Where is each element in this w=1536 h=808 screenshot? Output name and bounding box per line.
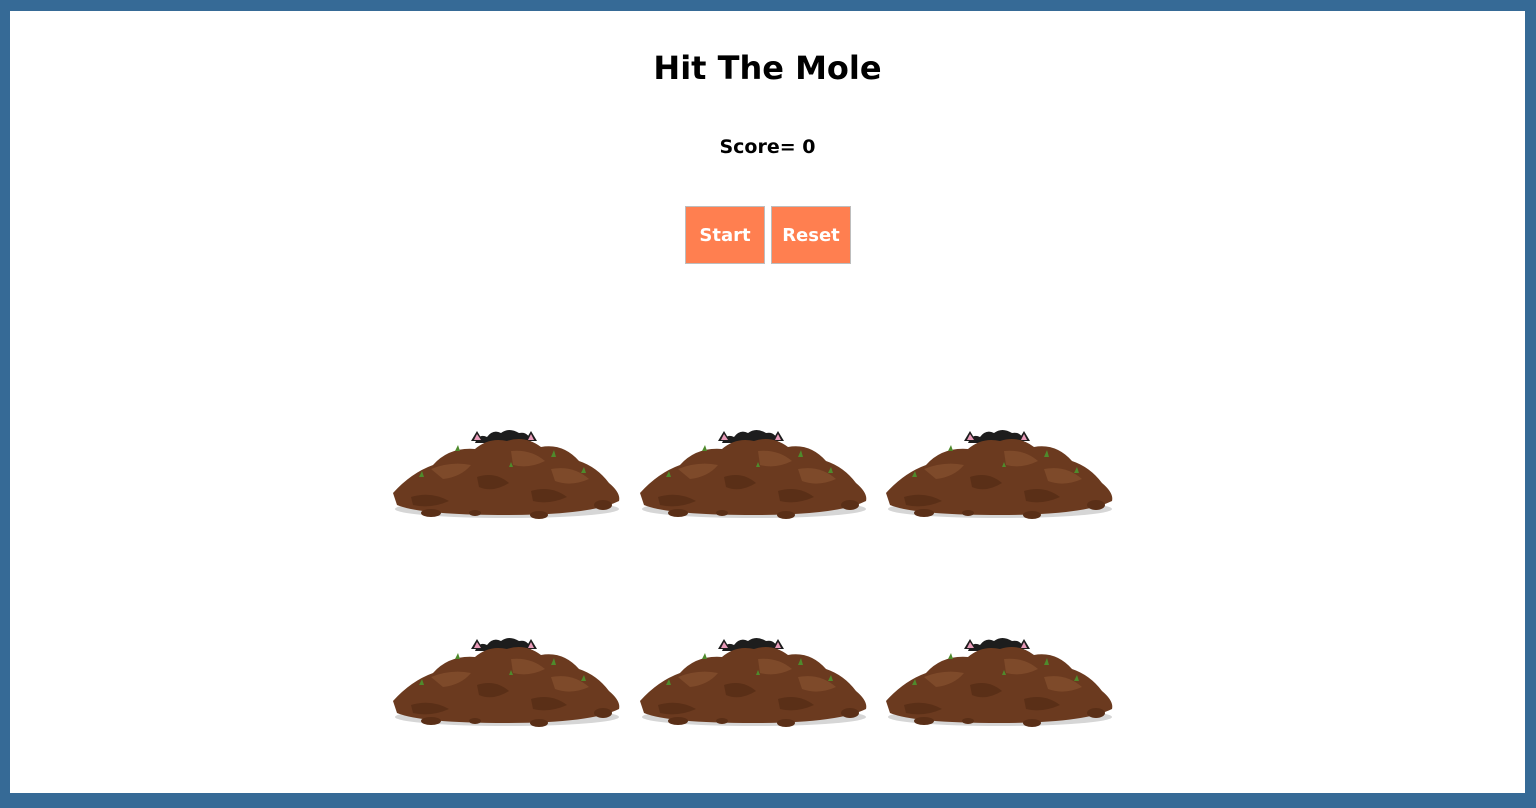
dirt-mound-icon (640, 638, 867, 727)
mole-hole-6[interactable] (884, 629, 1116, 729)
dirt-mound-icon (393, 430, 620, 519)
start-button[interactable]: Start (685, 206, 765, 264)
score-display: Score= 0 (719, 136, 816, 158)
mole-hole-1[interactable] (391, 421, 623, 521)
mole-hole-4[interactable] (391, 629, 623, 729)
mole-hole-2[interactable] (638, 421, 870, 521)
mole-hole-3[interactable] (884, 421, 1116, 521)
dirt-mound-icon (393, 638, 620, 727)
reset-button[interactable]: Reset (771, 206, 851, 264)
game-title: Hit The Mole (653, 49, 882, 87)
mole-hole-5[interactable] (638, 629, 870, 729)
dirt-mound-icon (886, 638, 1113, 727)
dirt-mound-icon (886, 430, 1113, 519)
game-frame: Hit The Mole Score= 0 Start Reset (10, 11, 1525, 793)
dirt-mound-icon (640, 430, 867, 519)
